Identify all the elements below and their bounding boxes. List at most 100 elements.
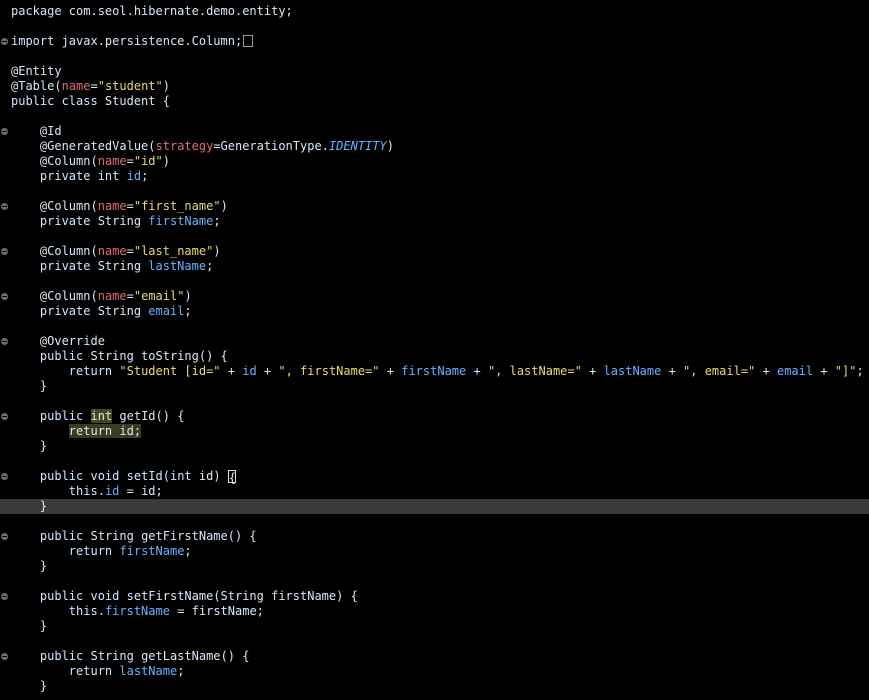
token-str: "Student [id=" <box>119 364 221 378</box>
token-kw: public void <box>39 589 120 603</box>
token-text: ( <box>90 289 98 303</box>
code-line[interactable]: } <box>0 379 869 394</box>
code-line[interactable] <box>0 574 869 589</box>
token-kw: this <box>68 484 98 498</box>
code-editor[interactable]: package com.seol.hibernate.demo.entity; i… <box>0 0 869 700</box>
code-text: public int getId() { <box>11 409 184 424</box>
code-line[interactable] <box>0 109 869 124</box>
token-text: } <box>11 559 48 573</box>
code-line[interactable]: @Column(name="email") <box>0 289 869 304</box>
code-line[interactable] <box>0 454 869 469</box>
code-line[interactable]: public String getLastName() { <box>0 649 869 664</box>
code-line[interactable]: @Table(name="student") <box>0 79 869 94</box>
token-text: String toString() { <box>83 349 228 363</box>
token-kw: private <box>39 259 91 273</box>
code-line[interactable]: @Column(name="last_name") <box>0 244 869 259</box>
code-line[interactable]: public void setId(int id) { <box>0 469 869 485</box>
code-line[interactable]: this.id = id; <box>0 484 869 499</box>
collapsed-imports-icon[interactable] <box>243 35 254 47</box>
code-text: @Override <box>11 334 105 349</box>
fold-collapse-icon[interactable] <box>1 128 8 135</box>
fold-collapse-icon[interactable] <box>1 413 8 420</box>
token-cst: IDENTITY <box>328 139 387 153</box>
code-line[interactable] <box>0 319 869 334</box>
fold-collapse-icon[interactable] <box>1 338 8 345</box>
fold-collapse-icon[interactable] <box>1 653 8 660</box>
code-line[interactable]: return firstName; <box>0 544 869 559</box>
code-line[interactable]: public int getId() { <box>0 409 869 424</box>
code-line[interactable] <box>0 49 869 64</box>
code-line[interactable]: public void setFirstName(String firstNam… <box>0 589 869 604</box>
code-line[interactable]: @Column(name="first_name") <box>0 199 869 214</box>
token-kw: return <box>68 544 113 558</box>
code-text: @Column(name="last_name") <box>11 244 221 259</box>
token-text: = id; <box>119 484 163 498</box>
token-text: String getLastName() { <box>83 649 250 663</box>
code-line[interactable]: package com.seol.hibernate.demo.entity; <box>0 4 869 19</box>
code-line[interactable]: public class Student { <box>0 94 869 109</box>
code-line[interactable]: return "Student [id=" + id + ", firstNam… <box>0 364 869 379</box>
code-line[interactable]: @GeneratedValue(strategy=GenerationType.… <box>0 139 869 154</box>
code-line[interactable]: return id; <box>0 424 869 439</box>
fold-collapse-icon[interactable] <box>1 473 8 480</box>
code-line[interactable]: } <box>0 499 869 514</box>
code-line[interactable] <box>0 394 869 409</box>
token-ann: @Id <box>39 124 62 138</box>
fold-expand-icon[interactable] <box>1 38 8 45</box>
code-line[interactable]: private int id; <box>0 169 869 184</box>
token-text: } <box>11 499 48 513</box>
token-ann: @Table <box>11 79 55 93</box>
code-line[interactable] <box>0 229 869 244</box>
code-line[interactable]: } <box>0 679 869 694</box>
code-line[interactable]: @Entity <box>0 64 869 79</box>
token-attr: name <box>61 79 91 93</box>
token-text: ) <box>386 139 394 153</box>
code-line[interactable]: public String getFirstName() { <box>0 529 869 544</box>
code-line[interactable]: public String toString() { <box>0 349 869 364</box>
code-line[interactable]: } <box>0 439 869 454</box>
code-line[interactable] <box>0 634 869 649</box>
token-text: ( <box>148 139 156 153</box>
token-text: setId( <box>119 469 170 483</box>
code-line[interactable]: this.firstName = firstName; <box>0 604 869 619</box>
fold-collapse-icon[interactable] <box>1 203 8 210</box>
token-hl: int <box>90 409 113 423</box>
code-line[interactable]: return lastName; <box>0 664 869 679</box>
token-str: "email" <box>133 289 185 303</box>
code-line[interactable]: } <box>0 559 869 574</box>
code-line[interactable]: private String firstName; <box>0 214 869 229</box>
code-line[interactable] <box>0 19 869 34</box>
code-line[interactable]: private String email; <box>0 304 869 319</box>
code-line[interactable] <box>0 274 869 289</box>
fold-collapse-icon[interactable] <box>1 293 8 300</box>
fold-collapse-icon[interactable] <box>1 248 8 255</box>
code-line[interactable] <box>0 184 869 199</box>
code-line[interactable]: } <box>0 619 869 634</box>
fold-collapse-icon[interactable] <box>1 533 8 540</box>
token-text: ; <box>184 544 192 558</box>
token-kw: package <box>11 4 62 18</box>
code-line[interactable]: @Id <box>0 124 869 139</box>
code-line[interactable] <box>0 514 869 529</box>
token-kw: public void <box>39 469 120 483</box>
token-attr: name <box>97 199 127 213</box>
code-line[interactable]: import javax.persistence.Column; <box>0 34 869 49</box>
code-text: public String getLastName() { <box>11 649 250 664</box>
code-line[interactable]: @Column(name="id") <box>0 154 869 169</box>
token-text: } <box>11 619 48 633</box>
token-ann: @Column <box>39 199 91 213</box>
code-line[interactable]: private String lastName; <box>0 259 869 274</box>
code-line[interactable]: @Override <box>0 334 869 349</box>
fold-collapse-icon[interactable] <box>1 593 8 600</box>
token-text: . <box>97 484 105 498</box>
token-text: + <box>661 364 684 378</box>
code-text: public class Student { <box>11 94 170 109</box>
